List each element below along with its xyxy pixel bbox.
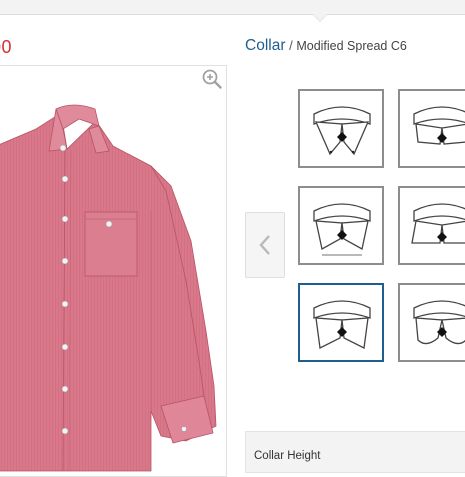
breadcrumb-separator: / bbox=[285, 38, 297, 53]
section-pointer-fill bbox=[313, 14, 327, 21]
collar-option-modified-spread[interactable] bbox=[298, 283, 384, 362]
price-label: 00 bbox=[0, 37, 13, 57]
collar-option-spread[interactable] bbox=[298, 186, 384, 265]
shirt-preview-panel bbox=[0, 65, 227, 477]
selection-value: Modified Spread C6 bbox=[296, 39, 407, 53]
chevron-left-icon bbox=[259, 235, 270, 255]
collar-option-wide-spread[interactable] bbox=[398, 89, 465, 168]
collar-option-standard[interactable] bbox=[298, 89, 384, 168]
collar-height-label: Collar Height bbox=[254, 450, 321, 462]
previous-options-button[interactable] bbox=[245, 212, 285, 278]
rounded-collar-icon bbox=[413, 300, 465, 345]
zoom-in-icon[interactable] bbox=[201, 68, 223, 90]
selection-category[interactable]: Collar bbox=[245, 37, 285, 54]
top-band bbox=[0, 0, 465, 15]
spread-collar-icon bbox=[313, 203, 371, 256]
modified-spread-collar-icon bbox=[313, 300, 371, 349]
standard-collar-icon bbox=[313, 106, 371, 156]
collar-option-rounded[interactable] bbox=[398, 283, 465, 362]
cutaway-collar-icon bbox=[411, 203, 465, 244]
wide-spread-collar-icon bbox=[413, 106, 465, 145]
selection-heading: Collar / Modified Spread C6 bbox=[245, 37, 407, 55]
collar-height-panel: Collar Height bbox=[245, 431, 465, 473]
shirt-preview-image bbox=[0, 104, 217, 472]
collar-option-cutaway[interactable] bbox=[398, 186, 465, 265]
